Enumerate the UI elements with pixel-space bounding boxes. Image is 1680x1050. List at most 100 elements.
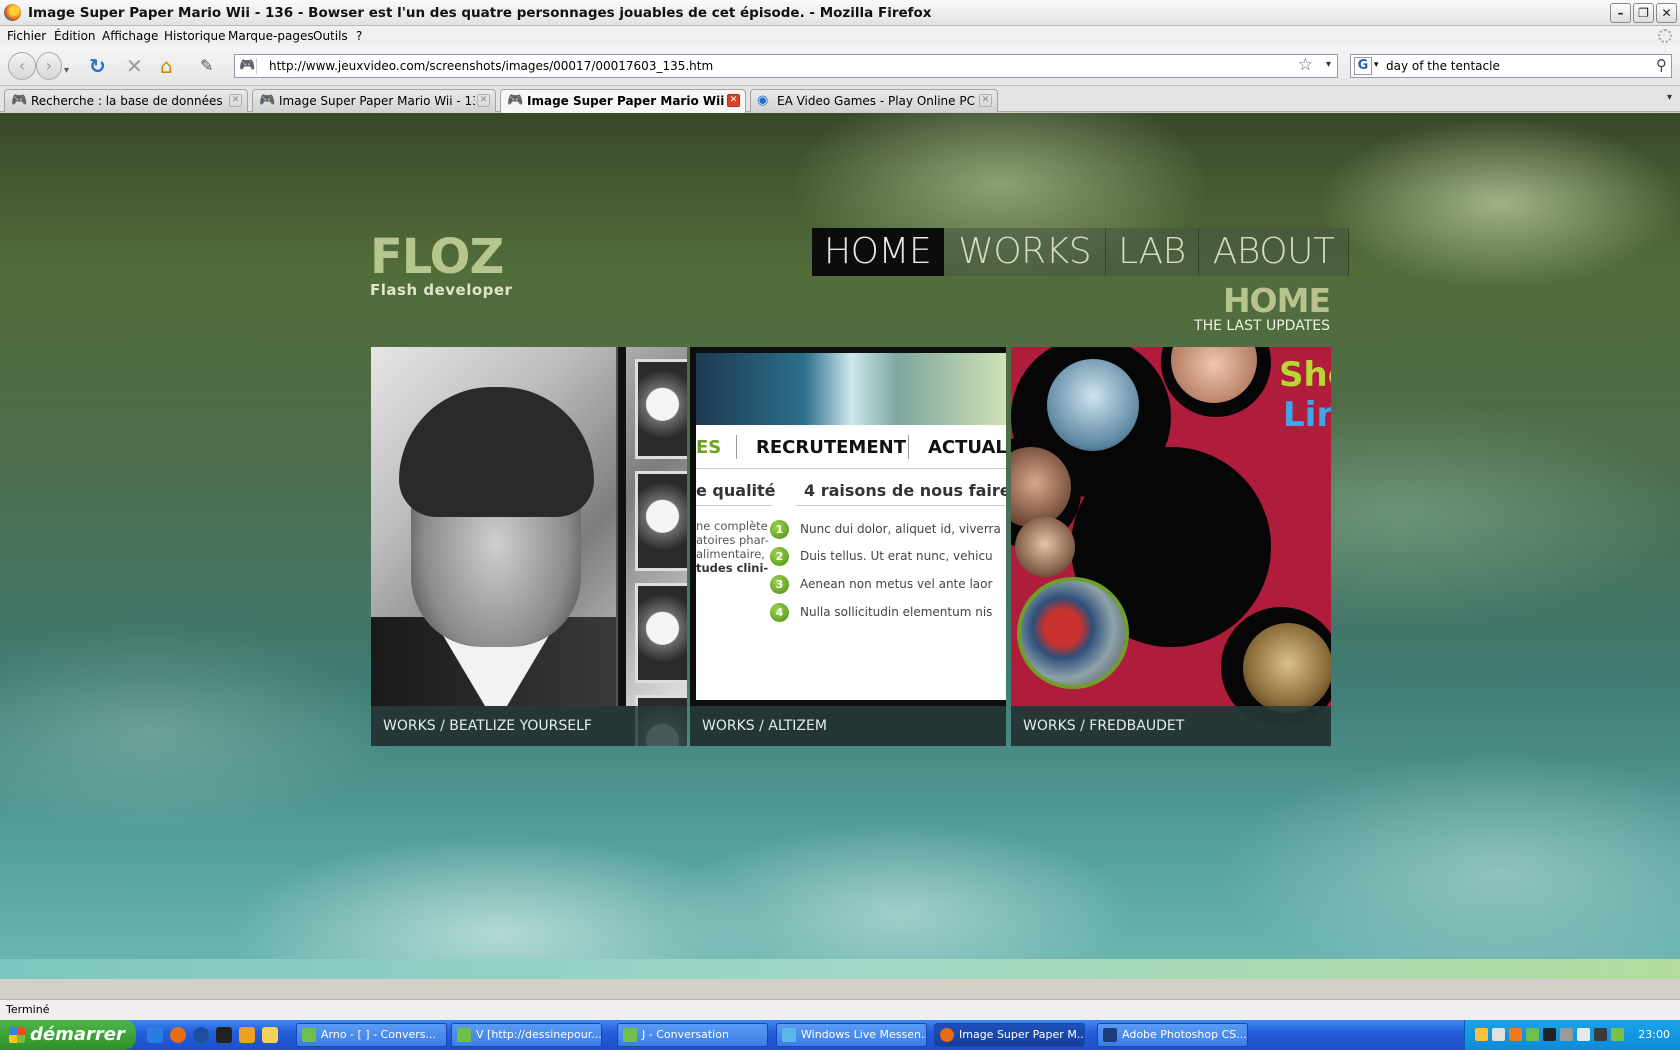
browser-quicklaunch-icon[interactable] bbox=[193, 1027, 209, 1043]
tray-icon[interactable] bbox=[1560, 1028, 1573, 1041]
start-button[interactable]: démarrer bbox=[0, 1020, 136, 1050]
flash-quicklaunch-icon[interactable] bbox=[216, 1027, 232, 1043]
search-icon[interactable]: ⚲ bbox=[1656, 56, 1667, 74]
figure-hair bbox=[399, 387, 594, 517]
tray-icon[interactable] bbox=[1475, 1028, 1488, 1041]
minimize-button[interactable]: – bbox=[1610, 3, 1631, 23]
tab-recherche[interactable]: 🎮 Recherche : la base de données de jeu.… bbox=[4, 89, 248, 112]
bookmark-edit-icon[interactable]: ✎ bbox=[200, 55, 213, 77]
web-page: FLOZ Flash developer HOME WORKS LAB ABOU… bbox=[0, 113, 1680, 979]
altizem-menu-item: RECRUTEMENT bbox=[756, 437, 906, 458]
messenger-icon bbox=[782, 1028, 796, 1042]
page-footer-strip bbox=[0, 959, 1680, 979]
engine-dropdown-icon[interactable]: ▾ bbox=[1374, 60, 1379, 70]
taskbar-item-photoshop[interactable]: Adobe Photoshop CS... bbox=[1097, 1023, 1248, 1047]
site-nav-about[interactable]: ABOUT bbox=[1198, 228, 1350, 276]
tab-list-icon[interactable]: ▾ bbox=[1667, 92, 1672, 103]
firefox-icon bbox=[4, 4, 21, 21]
site-nav-works[interactable]: WORKS bbox=[944, 228, 1107, 276]
tab-image-133[interactable]: 🎮 Image Super Paper Mario Wii - 133 - La… bbox=[252, 89, 496, 112]
site-nav-home[interactable]: HOME bbox=[812, 228, 945, 276]
tab-close-icon[interactable]: ✕ bbox=[727, 94, 740, 107]
tab-close-icon[interactable]: ✕ bbox=[979, 94, 992, 107]
menu-edition[interactable]: Édition bbox=[54, 29, 96, 43]
messenger-icon bbox=[623, 1028, 637, 1042]
menu-help[interactable]: ? bbox=[356, 29, 362, 43]
taskbar-item-firefox[interactable]: Image Super Paper M... bbox=[934, 1023, 1085, 1047]
altizem-menu: ES RECRUTEMENT ACTUALI bbox=[696, 425, 1006, 469]
forward-button[interactable]: › bbox=[36, 52, 62, 80]
stop-icon[interactable]: ✕ bbox=[126, 55, 143, 77]
tab-ea-games[interactable]: ◉ EA Video Games - Play Online PC Wii Xb… bbox=[750, 89, 998, 112]
menu-affichage[interactable]: Affichage bbox=[102, 29, 158, 43]
search-box[interactable]: G ▾ day of the tentacle ⚲ bbox=[1350, 54, 1672, 78]
start-label: démarrer bbox=[30, 1024, 125, 1045]
tray-icon[interactable] bbox=[1492, 1028, 1505, 1041]
tray-icon[interactable] bbox=[1526, 1028, 1539, 1041]
taskbar-item-j[interactable]: J - Conversation bbox=[617, 1023, 768, 1047]
altizem-bullet: 2 Duis tellus. Ut erat nunc, vehicu bbox=[770, 547, 993, 566]
ie-quicklaunch-icon[interactable] bbox=[147, 1027, 163, 1043]
tab-label: Recherche : la base de données de jeu... bbox=[31, 94, 227, 108]
thumbnail-strip-divider bbox=[616, 347, 626, 706]
tray-icon[interactable] bbox=[1611, 1028, 1624, 1041]
address-url[interactable]: http://www.jeuxvideo.com/screenshots/ima… bbox=[269, 59, 713, 73]
tray-icon[interactable] bbox=[1509, 1028, 1522, 1041]
site-nav-lab[interactable]: LAB bbox=[1106, 228, 1199, 276]
volume-icon[interactable] bbox=[1577, 1028, 1590, 1041]
tab-label: EA Video Games - Play Online PC Wii Xb..… bbox=[777, 94, 977, 108]
menu-fichier[interactable]: Fichier bbox=[7, 29, 46, 43]
task-label: Adobe Photoshop CS... bbox=[1122, 1028, 1247, 1041]
menu-historique[interactable]: Historique bbox=[164, 29, 226, 43]
altizem-header-photo bbox=[696, 353, 1006, 425]
beatlize-preview-image bbox=[371, 347, 687, 746]
maximize-button[interactable]: ❐ bbox=[1633, 3, 1654, 23]
bullet-number: 3 bbox=[770, 575, 789, 594]
taskbar-item-v[interactable]: V [http://dessinepour... bbox=[451, 1023, 602, 1047]
gamepad-icon: 🎮 bbox=[11, 93, 28, 108]
menu-marque-pages[interactable]: Marque-pages bbox=[228, 29, 314, 43]
bookmark-star-icon[interactable]: ☆ bbox=[1298, 55, 1313, 75]
work-card-beatlize[interactable]: WORKS / BEATLIZE YOURSELF bbox=[371, 347, 687, 746]
card-caption[interactable]: WORKS / FREDBAUDET bbox=[1011, 706, 1331, 746]
network-icon[interactable] bbox=[1594, 1028, 1607, 1041]
firefox-quicklaunch-icon[interactable] bbox=[170, 1027, 186, 1043]
work-card-fredbaudet[interactable]: Sho Lin WORKS / FREDBAUDET bbox=[1011, 347, 1331, 746]
home-icon[interactable]: ⌂ bbox=[160, 55, 173, 77]
windows-taskbar: démarrer Arno - [ ] - Convers... V [http… bbox=[0, 1020, 1680, 1050]
status-text: Terminé bbox=[6, 1003, 50, 1016]
app-quicklaunch-icon[interactable] bbox=[239, 1027, 255, 1043]
tray-icon[interactable] bbox=[1543, 1028, 1556, 1041]
tab-label: Image Super Paper Mario Wii - 133 - La..… bbox=[279, 94, 475, 108]
messenger-icon bbox=[302, 1028, 316, 1042]
url-dropdown-icon[interactable]: ▾ bbox=[1326, 59, 1331, 70]
work-card-altizem[interactable]: ES RECRUTEMENT ACTUALI e qualité 4 raiso… bbox=[690, 347, 1006, 746]
taskbar-item-live-messenger[interactable]: Windows Live Messen... bbox=[776, 1023, 927, 1047]
site-logo[interactable]: FLOZ Flash developer bbox=[370, 233, 512, 299]
clock: 23:00 bbox=[1638, 1028, 1670, 1041]
bullet-text: Aenean non metus vel ante laor bbox=[800, 577, 993, 591]
fredbaudet-text-2: Lin bbox=[1283, 395, 1331, 435]
altizem-paragraph-line: atoires phar- bbox=[696, 533, 769, 547]
tab-image-136[interactable]: 🎮 Image Super Paper Mario Wii - 1... ✕ bbox=[500, 89, 746, 113]
card-caption[interactable]: WORKS / ALTIZEM bbox=[690, 706, 1006, 746]
gamepad-icon: 🎮 bbox=[507, 93, 524, 108]
tab-close-icon[interactable]: ✕ bbox=[229, 94, 242, 107]
history-dropdown-icon[interactable]: ▾ bbox=[64, 60, 69, 82]
app-quicklaunch-icon[interactable] bbox=[262, 1027, 278, 1043]
taskbar-item-arno[interactable]: Arno - [ ] - Convers... bbox=[296, 1023, 447, 1047]
tab-close-icon[interactable]: ✕ bbox=[477, 94, 490, 107]
firefox-icon bbox=[940, 1028, 954, 1042]
address-bar[interactable]: 🎮 http://www.jeuxvideo.com/screenshots/i… bbox=[234, 54, 1338, 78]
altizem-bullet: 3 Aenean non metus vel ante laor bbox=[770, 575, 993, 594]
back-button[interactable]: ‹ bbox=[8, 52, 36, 80]
task-label: J - Conversation bbox=[642, 1028, 729, 1041]
window-title: Image Super Paper Mario Wii - 136 - Bows… bbox=[28, 5, 932, 21]
card-caption[interactable]: WORKS / BEATLIZE YOURSELF bbox=[371, 706, 687, 746]
menu-outils[interactable]: Outils bbox=[313, 29, 348, 43]
close-button[interactable]: ✕ bbox=[1656, 3, 1677, 23]
google-engine-icon[interactable]: G bbox=[1354, 57, 1372, 75]
reload-icon[interactable]: ↻ bbox=[89, 55, 106, 77]
altizem-bullet: 1 Nunc dui dolor, aliquet id, viverra bbox=[770, 520, 1001, 539]
search-input[interactable]: day of the tentacle bbox=[1386, 59, 1500, 73]
